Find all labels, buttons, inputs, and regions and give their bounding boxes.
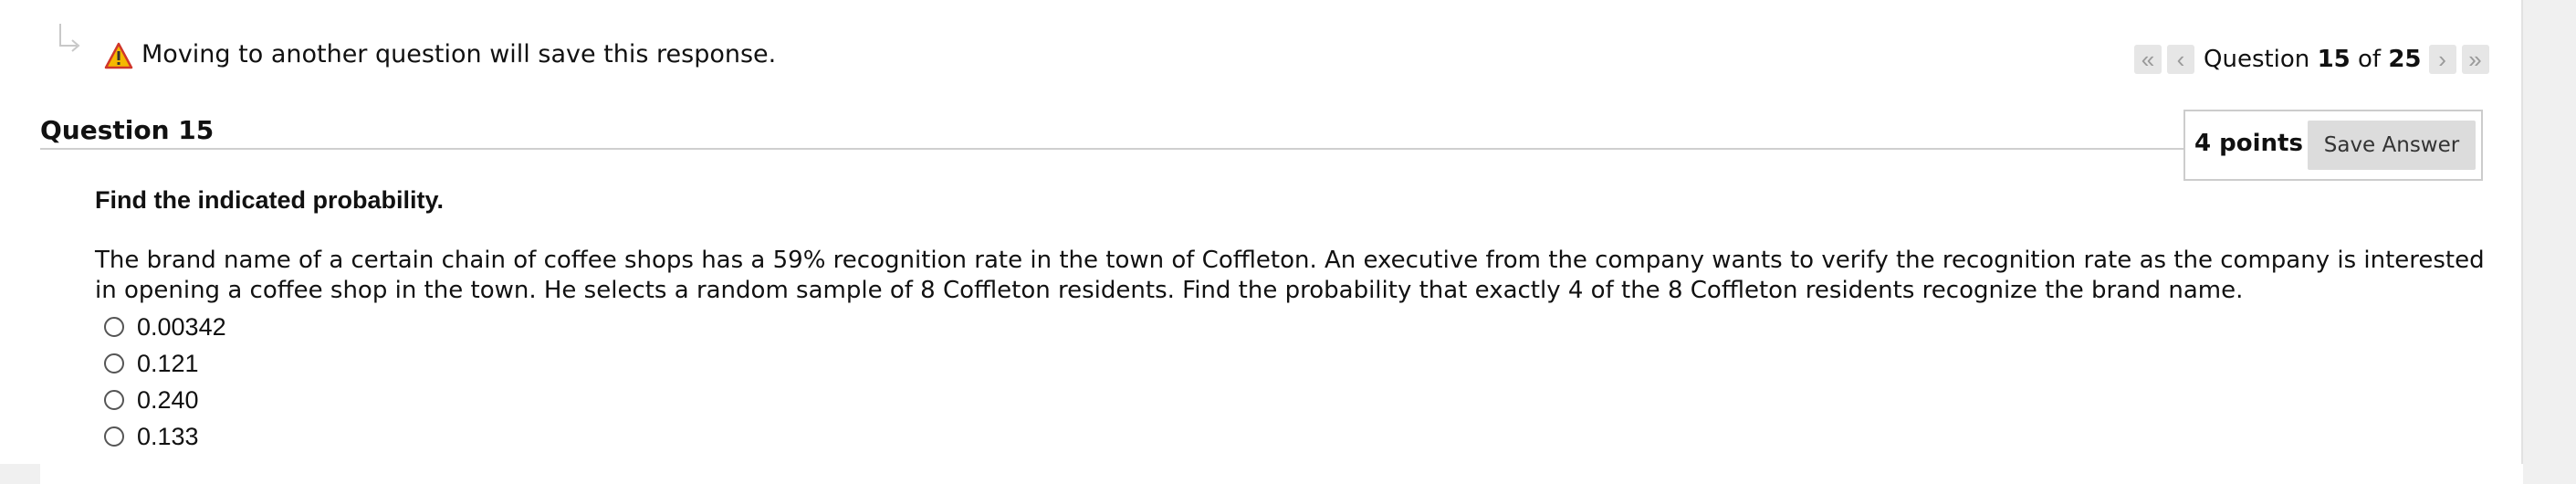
warning-triangle-icon xyxy=(104,42,133,69)
double-chevron-right-icon: » xyxy=(2468,45,2482,73)
answer-option[interactable]: 0.240 xyxy=(104,382,226,418)
answer-options: 0.00342 0.121 0.240 0.133 xyxy=(104,309,226,455)
question-body: The brand name of a certain chain of cof… xyxy=(95,247,2485,304)
question-position: Question 15 of 25 xyxy=(2204,46,2422,73)
next-question-edge xyxy=(40,464,2523,484)
chevron-right-icon: › xyxy=(2438,45,2446,73)
answer-label: 0.133 xyxy=(137,422,199,450)
radio-button[interactable] xyxy=(104,390,124,410)
radio-button[interactable] xyxy=(104,426,124,447)
indent-arrow-icon xyxy=(59,24,80,52)
next-question-button[interactable]: › xyxy=(2428,45,2456,74)
answer-label: 0.00342 xyxy=(137,312,226,341)
pager-current: 15 xyxy=(2317,46,2351,73)
answer-option[interactable]: 0.00342 xyxy=(104,309,226,345)
save-answer-button[interactable]: Save Answer xyxy=(2308,121,2476,170)
question-divider xyxy=(40,148,2185,150)
question-instruction: Find the indicated probability. xyxy=(95,186,445,214)
points-value: 4 points xyxy=(2194,130,2303,157)
answer-label: 0.121 xyxy=(137,349,199,377)
answer-label: 0.240 xyxy=(137,385,199,414)
previous-question-button[interactable]: ‹ xyxy=(2167,45,2194,74)
pager-prefix: Question xyxy=(2204,46,2310,73)
first-question-button[interactable]: « xyxy=(2134,45,2162,74)
assessment-page: Moving to another question will save thi… xyxy=(0,0,2523,466)
chevron-left-icon: ‹ xyxy=(2176,45,2185,73)
radio-button[interactable] xyxy=(104,353,124,374)
points-panel: 4 points Save Answer xyxy=(2183,110,2483,181)
save-warning-text: Moving to another question will save thi… xyxy=(141,40,777,68)
pager-of: of xyxy=(2358,46,2382,73)
answer-option[interactable]: 0.133 xyxy=(104,418,226,455)
last-question-button[interactable]: » xyxy=(2461,45,2489,74)
radio-button[interactable] xyxy=(104,317,124,337)
answer-option[interactable]: 0.121 xyxy=(104,345,226,382)
double-chevron-left-icon: « xyxy=(2141,45,2155,73)
question-pager: « ‹ Question 15 of 25 › » xyxy=(2134,44,2495,75)
question-title: Question 15 xyxy=(40,115,215,145)
pager-total: 25 xyxy=(2388,46,2422,73)
